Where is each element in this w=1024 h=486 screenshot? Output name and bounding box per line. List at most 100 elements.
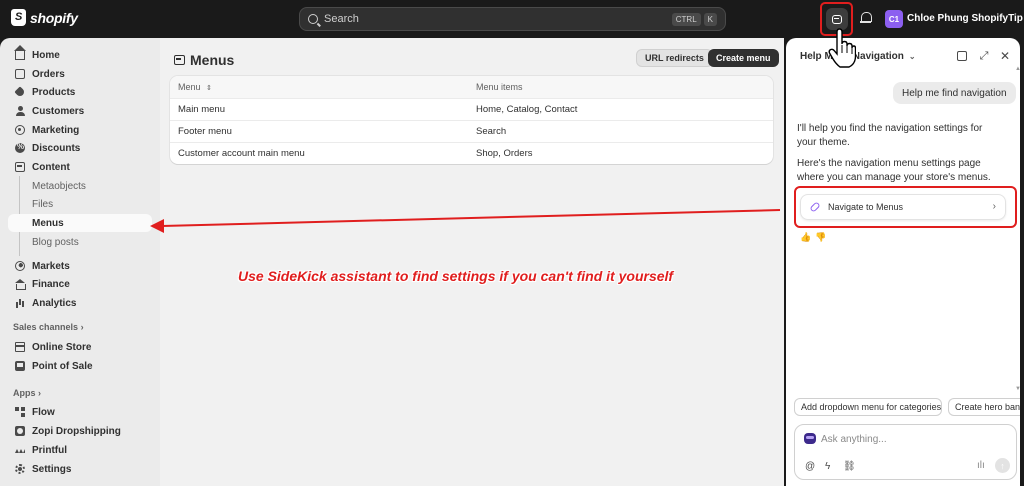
sidekick-icon: [804, 433, 816, 444]
menu-name: Customer account main menu: [178, 148, 305, 159]
menu-items: Search: [476, 126, 507, 137]
sidebar-item-label: Discounts: [32, 142, 81, 154]
table-row[interactable]: Customer account main menu Shop, Orders: [170, 142, 773, 164]
chevron-right-icon: ›: [80, 322, 84, 332]
assistant-message: I'll help you find the navigation settin…: [797, 123, 983, 148]
user-message: Help me find navigation: [893, 82, 1016, 104]
url-redirects-button[interactable]: URL redirects: [636, 49, 713, 67]
search-placeholder: Search: [324, 13, 359, 25]
at-mention-icon[interactable]: @: [805, 461, 815, 472]
column-header-menu-items: Menu items: [476, 82, 523, 92]
sort-icon: ⇕: [206, 85, 212, 92]
globe-icon: [15, 261, 25, 271]
apps-heading[interactable]: Apps ›: [13, 388, 41, 398]
sidebar-item-label: Marketing: [32, 124, 80, 136]
sidebar-item-label: Online Store: [32, 341, 92, 353]
search-icon: [308, 14, 318, 24]
table-row[interactable]: Main menu Home, Catalog, Contact: [170, 98, 773, 120]
sidebar-item-label: Analytics: [32, 297, 77, 309]
shortcut-key-ctrl: CTRL: [671, 12, 701, 26]
table-header: Menu ⇕ Menu items: [170, 76, 773, 98]
menu-icon: [174, 55, 185, 65]
sidebar-item-markets[interactable]: Markets: [8, 257, 152, 275]
send-button[interactable]: ↑: [995, 458, 1010, 473]
sidebar-item-point-of-sale[interactable]: Point of Sale: [8, 357, 152, 375]
menu-items: Shop, Orders: [476, 148, 533, 159]
section-label: Apps: [13, 388, 36, 398]
sidebar-item-zopi-dropshipping[interactable]: Zopi Dropshipping: [8, 422, 152, 440]
sidebar-item-orders[interactable]: Orders: [8, 65, 152, 83]
sidebar-subitem-metaobjects[interactable]: Metaobjects: [8, 177, 152, 195]
section-label: Sales channels: [13, 322, 79, 332]
table-row[interactable]: Footer menu Search: [170, 120, 773, 142]
brand-name: shopify: [30, 9, 78, 26]
sidebar-item-home[interactable]: Home: [8, 45, 152, 64]
sidekick-button[interactable]: [826, 8, 848, 30]
ask-input[interactable]: Ask anything...: [821, 434, 887, 445]
menu-name: Footer menu: [178, 126, 232, 137]
sidebar-item-marketing[interactable]: Marketing: [8, 121, 152, 139]
column-header-label: Menu: [178, 82, 201, 92]
sidebar-item-customers[interactable]: Customers: [8, 102, 152, 120]
link-icon[interactable]: ⛓: [843, 461, 856, 472]
sidebar-item-printful[interactable]: Printful: [8, 441, 152, 459]
page-title-text: Menus: [190, 52, 235, 68]
flow-icon: [15, 407, 25, 417]
sidebar-item-label: Products: [32, 86, 76, 98]
assistant-message: Here's the navigation menu settings page…: [797, 158, 991, 183]
search-bar[interactable]: Search CTRL K: [299, 7, 726, 31]
new-chat-icon[interactable]: [957, 51, 967, 61]
sidebar-item-flow[interactable]: Flow: [8, 403, 152, 421]
scroll-up-icon[interactable]: ▲: [1015, 66, 1021, 72]
sidebar-item-finance[interactable]: Finance: [8, 275, 152, 293]
navigate-to-menus-button[interactable]: Navigate to Menus ›: [800, 194, 1006, 220]
create-menu-button[interactable]: Create menu: [708, 49, 779, 67]
sidebar-item-label: Orders: [32, 68, 65, 80]
panel-title[interactable]: Help M Navigation ⌄: [800, 51, 916, 62]
sidebar-item-label: Zopi Dropshipping: [32, 425, 121, 437]
sidebar-item-analytics[interactable]: Analytics: [8, 294, 152, 312]
sidekick-panel: Help M Navigation ⌄ ⤢ ✕ ▲ Help me find n…: [786, 38, 1021, 486]
expand-icon[interactable]: ⤢: [978, 50, 990, 62]
discount-icon: [15, 142, 25, 153]
gear-icon: [15, 464, 25, 474]
suggestion-chip[interactable]: Add dropdown menu for categories: [794, 398, 942, 416]
thumbs-down-icon[interactable]: 👎: [815, 232, 826, 243]
sidebar-item-content[interactable]: Content: [8, 158, 152, 176]
content-icon: [15, 162, 25, 172]
annotation-arrow-icon: [150, 209, 781, 233]
bell-icon[interactable]: [860, 12, 872, 24]
sidebar-item-products[interactable]: Products: [8, 83, 152, 101]
column-header-menu[interactable]: Menu ⇕: [178, 82, 212, 92]
link-icon: [809, 201, 821, 213]
sidebar-item-online-store[interactable]: Online Store: [8, 338, 152, 356]
sidebar-subitem-files[interactable]: Files: [8, 195, 152, 213]
voice-icon[interactable]: ılı: [977, 460, 985, 471]
shopify-logo[interactable]: shopify: [11, 9, 78, 26]
sidebar-subitem-blog-posts[interactable]: Blog posts: [8, 233, 152, 251]
chevron-down-icon: ⌄: [908, 52, 916, 61]
suggestion-chip[interactable]: Create hero ban: [948, 398, 1020, 416]
printful-icon: [15, 445, 25, 455]
bank-icon: [15, 279, 26, 290]
scroll-down-icon[interactable]: ▼: [1015, 386, 1021, 392]
chevron-right-icon: ›: [992, 201, 996, 212]
avatar[interactable]: C1: [885, 10, 903, 28]
thumbs-up-icon[interactable]: 👍: [800, 232, 811, 243]
store-icon: [15, 342, 25, 352]
sidebar-item-settings[interactable]: Settings: [8, 460, 152, 478]
person-icon: [15, 106, 25, 116]
sidebar-item-label: Flow: [32, 406, 55, 418]
sales-channels-heading[interactable]: Sales channels ›: [13, 322, 84, 332]
sidebar-item-label: Settings: [32, 463, 72, 475]
pos-icon: [15, 361, 25, 371]
shopify-bag-icon: [11, 9, 26, 26]
zopi-icon: [15, 426, 25, 436]
sidebar-item-discounts[interactable]: Discounts: [8, 139, 152, 157]
lightning-icon[interactable]: ϟ: [825, 461, 830, 472]
store-name[interactable]: Chloe Phung ShopifyTip ...: [907, 13, 1024, 24]
close-icon[interactable]: ✕: [999, 49, 1011, 63]
bar-chart-icon: [15, 298, 25, 308]
sidebar-subitem-menus[interactable]: Menus: [8, 214, 152, 232]
sidebar: Home Orders Products Customers Marketing…: [0, 38, 160, 486]
